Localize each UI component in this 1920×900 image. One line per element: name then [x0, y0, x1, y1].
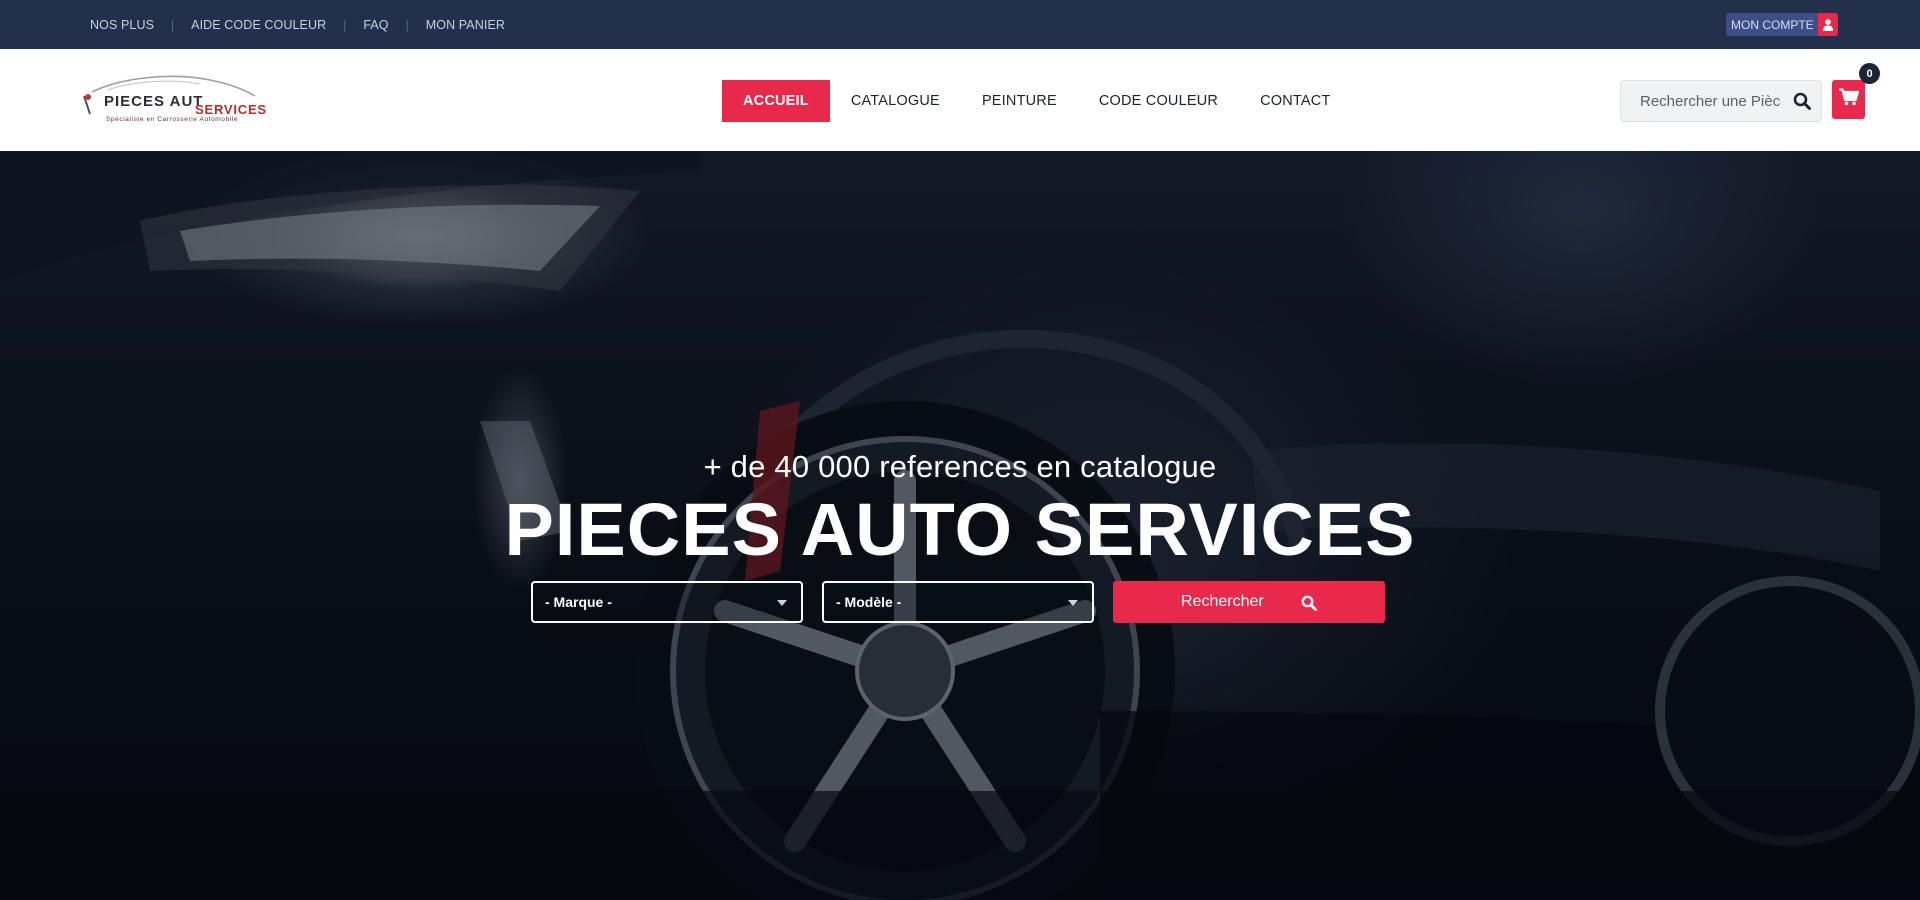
search-icon[interactable] — [1793, 92, 1811, 115]
cart-count-badge: 0 — [1859, 63, 1880, 84]
search-box — [1620, 80, 1822, 122]
main-nav: ACCUEIL CATALOGUE PEINTURE CODE COULEUR … — [722, 80, 1352, 122]
brand-select[interactable]: - Marque - — [531, 581, 803, 623]
site-logo[interactable]: PIECES AUT SERVICES Spécialiste en Carro… — [80, 70, 270, 128]
account-button[interactable]: MON COMPTE — [1726, 13, 1838, 36]
vehicle-search-button[interactable]: Rechercher — [1113, 581, 1385, 623]
hero-banner: + de 40 000 references en catalogue PIEC… — [0, 151, 1920, 900]
top-links: NOS PLUS | AIDE CODE COULEUR | FAQ | MON… — [90, 0, 505, 49]
hero-subtitle: + de 40 000 references en catalogue — [703, 449, 1217, 484]
svg-text:PIECES AUT: PIECES AUT — [104, 93, 203, 110]
vehicle-search-label: Rechercher — [1181, 593, 1264, 610]
cart-icon — [1838, 88, 1859, 111]
cart-button[interactable] — [1832, 80, 1865, 119]
toplink-faq[interactable]: FAQ — [363, 18, 388, 32]
separator: | — [171, 17, 175, 32]
model-select-value: - Modèle - — [836, 594, 902, 610]
search-input[interactable] — [1621, 92, 1781, 110]
separator: | — [405, 17, 409, 32]
logo-graphic: PIECES AUT SERVICES Spécialiste en Carro… — [83, 75, 267, 123]
model-select[interactable]: - Modèle - — [822, 581, 1094, 623]
nav-item-catalogue[interactable]: CATALOGUE — [830, 80, 961, 122]
chevron-down-icon — [777, 600, 787, 606]
search-icon — [1301, 595, 1317, 616]
toplink-mon-panier[interactable]: MON PANIER — [426, 18, 505, 32]
toplink-nos-plus[interactable]: NOS PLUS — [90, 18, 154, 32]
separator: | — [343, 17, 347, 32]
svg-text:Spécialiste en Carrosserie Aut: Spécialiste en Carrosserie Automobile — [106, 116, 238, 123]
chevron-down-icon — [1068, 600, 1078, 606]
top-bar: NOS PLUS | AIDE CODE COULEUR | FAQ | MON… — [0, 0, 1920, 49]
nav-item-contact[interactable]: CONTACT — [1239, 80, 1351, 122]
nav-item-accueil[interactable]: ACCUEIL — [722, 80, 830, 122]
account-label: MON COMPTE — [1731, 17, 1814, 32]
nav-item-peinture[interactable]: PEINTURE — [961, 80, 1078, 122]
brand-select-value: - Marque - — [545, 594, 612, 610]
user-icon — [1817, 13, 1838, 36]
toplink-aide-code-couleur[interactable]: AIDE CODE COULEUR — [191, 18, 326, 32]
nav-item-code-couleur[interactable]: CODE COULEUR — [1078, 80, 1239, 122]
hero-title: PIECES AUTO SERVICES — [504, 488, 1416, 571]
svg-text:SERVICES: SERVICES — [195, 102, 267, 117]
